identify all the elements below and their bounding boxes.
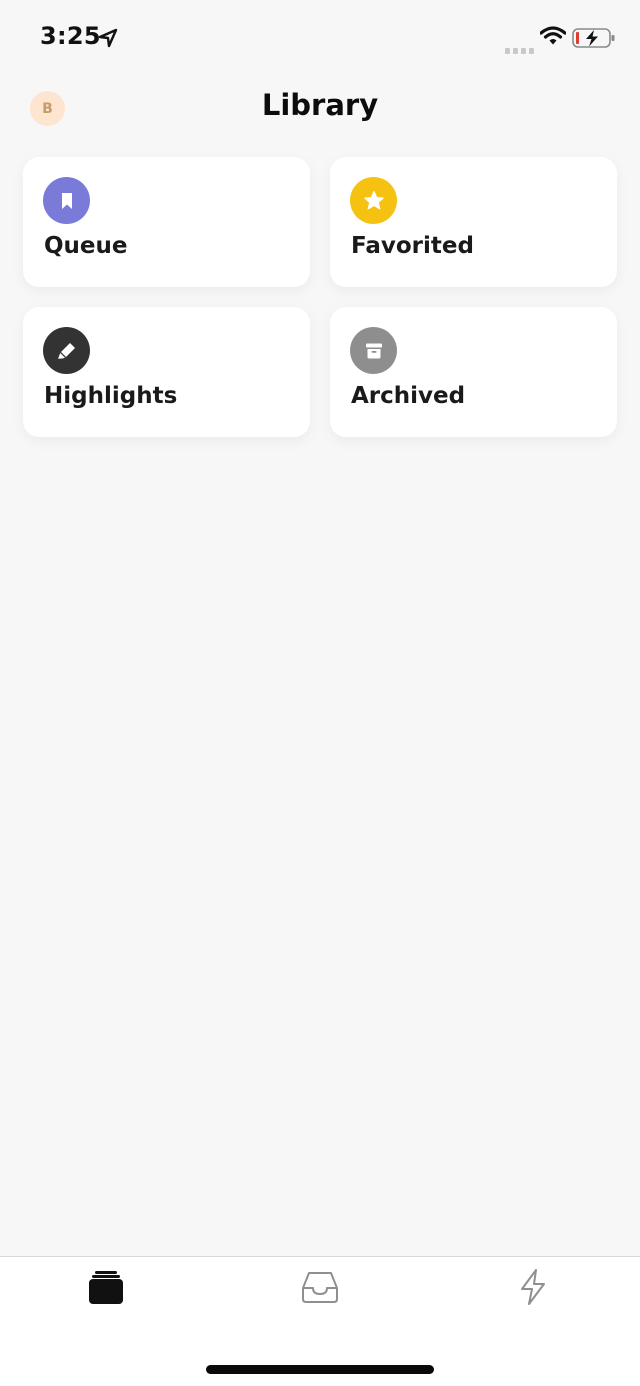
library-cards: Queue Favorited Highlights Archived bbox=[23, 157, 617, 437]
star-icon bbox=[350, 177, 397, 224]
library-stack-icon bbox=[88, 1269, 124, 1309]
home-indicator bbox=[206, 1365, 434, 1374]
archive-box-icon bbox=[350, 327, 397, 374]
location-arrow-icon bbox=[97, 27, 119, 49]
lightning-bolt-icon bbox=[518, 1268, 548, 1310]
tab-inbox[interactable] bbox=[290, 1267, 350, 1311]
cellular-signal-icon bbox=[505, 40, 535, 54]
status-bar: 3:25 bbox=[0, 0, 640, 76]
card-highlights[interactable]: Highlights bbox=[23, 307, 310, 437]
card-queue[interactable]: Queue bbox=[23, 157, 310, 287]
card-favorited[interactable]: Favorited bbox=[330, 157, 617, 287]
card-label: Queue bbox=[44, 233, 128, 259]
tab-library[interactable] bbox=[76, 1267, 136, 1311]
tab-activity[interactable] bbox=[503, 1267, 563, 1311]
bookmark-icon bbox=[43, 177, 90, 224]
battery-charging-icon bbox=[572, 27, 616, 49]
card-label: Highlights bbox=[44, 383, 178, 409]
card-archived[interactable]: Archived bbox=[330, 307, 617, 437]
highlighter-icon bbox=[43, 327, 90, 374]
card-label: Archived bbox=[351, 383, 466, 409]
card-label: Favorited bbox=[351, 233, 474, 259]
wifi-icon bbox=[539, 26, 567, 46]
tab-bar bbox=[0, 1256, 640, 1386]
header: B Library bbox=[0, 76, 640, 146]
status-time: 3:25 bbox=[40, 22, 101, 50]
page-title: Library bbox=[261, 88, 379, 122]
inbox-tray-icon bbox=[301, 1270, 339, 1308]
